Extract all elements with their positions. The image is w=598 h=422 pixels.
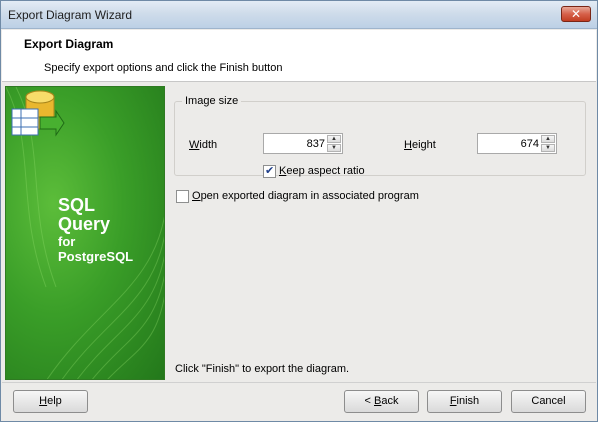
close-button[interactable]: ✕ [561,6,591,22]
width-value[interactable]: 837 [307,138,325,150]
title-bar[interactable]: Export Diagram Wizard ✕ [1,1,597,29]
help-button[interactable]: Help [13,390,88,413]
footer-divider [2,382,596,383]
width-spin-down-button[interactable]: ▼ [327,144,341,152]
width-label: Width [189,139,218,151]
height-spin-editor[interactable]: 674 ▲ ▼ [477,133,557,154]
page-subtitle: Specify export options and click the Fin… [44,62,283,74]
height-spin-buttons: ▲ ▼ [541,135,555,152]
image-size-group: Width 837 ▲ ▼ Height 674 ▲ ▼ Keep aspect… [174,101,586,178]
keep-aspect-ratio-label[interactable]: Keep aspect ratio [279,165,365,177]
open-in-program-label[interactable]: Open exported diagram in associated prog… [192,190,419,202]
back-button[interactable]: < Back [344,390,419,413]
sql-query-logo-icon [11,90,65,137]
height-value[interactable]: 674 [521,138,539,150]
banner-title-sql: SQL [58,195,96,215]
product-banner: SQL Query for PostgreSQL [5,86,165,380]
keep-aspect-ratio-checkbox[interactable] [263,164,276,178]
banner-title-query: Query [58,214,111,234]
finish-button[interactable]: Finish [427,390,502,413]
cancel-button[interactable]: Cancel [511,390,586,413]
window-title: Export Diagram Wizard [8,8,133,22]
wizard-content: Width 837 ▲ ▼ Height 674 ▲ ▼ Keep aspect… [165,86,595,380]
banner-title-for: for [58,234,76,249]
height-spin-up-button[interactable]: ▲ [541,135,555,143]
open-in-program-checkbox[interactable] [176,190,189,203]
page-title: Export Diagram [24,37,114,51]
width-spin-buttons: ▲ ▼ [327,135,341,152]
width-spin-up-button[interactable]: ▲ [327,135,341,143]
banner-title-postgresql: PostgreSQL [58,249,134,264]
width-spin-editor[interactable]: 837 ▲ ▼ [263,133,343,154]
export-diagram-wizard-window: Export Diagram Wizard ✕ Export Diagram S… [0,0,598,422]
image-size-group-label: Image size [182,95,242,107]
wizard-header: Export Diagram Specify export options an… [2,30,596,82]
height-label: Height [404,139,436,151]
height-spin-down-button[interactable]: ▼ [541,144,555,152]
finish-hint-text: Click "Finish" to export the diagram. [175,363,350,375]
